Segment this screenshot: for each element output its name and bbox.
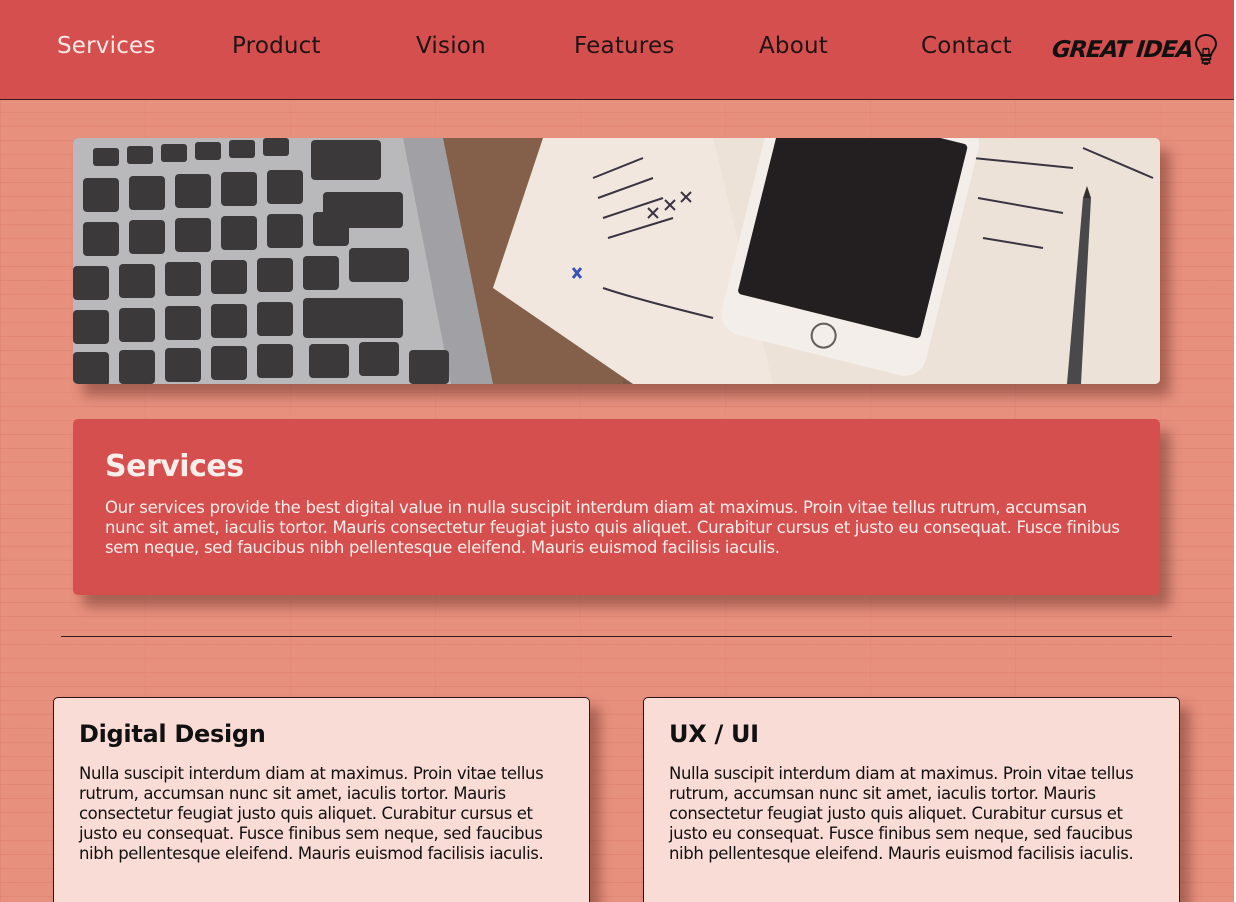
card-text: Nulla suscipit interdum diam at maximus.… xyxy=(79,764,544,863)
card-title: Digital Design xyxy=(79,720,266,748)
nav-item-about[interactable]: About xyxy=(759,33,828,59)
nav-item-services[interactable]: Services xyxy=(57,33,156,59)
services-section: Services Our services provide the best d… xyxy=(73,419,1160,595)
card-ux-ui: UX / UI Nulla suscipit interdum diam at … xyxy=(643,697,1180,902)
logo-text: GREAT IDEA xyxy=(1050,37,1195,63)
card-digital-design: Digital Design Nulla suscipit interdum d… xyxy=(53,697,590,902)
hero-banner-image xyxy=(73,138,1160,384)
lightbulb-icon xyxy=(1194,33,1217,65)
site-logo[interactable]: GREAT IDEA xyxy=(1050,30,1219,70)
section-divider xyxy=(61,636,1172,637)
nav-item-vision[interactable]: Vision xyxy=(416,33,486,59)
nav-item-features[interactable]: Features xyxy=(574,33,675,59)
services-title: Services xyxy=(105,449,244,484)
site-header: Services Product Vision Features About C… xyxy=(0,0,1234,100)
nav-item-contact[interactable]: Contact xyxy=(921,33,1012,59)
services-description: Our services provide the best digital va… xyxy=(105,498,1120,557)
card-title: UX / UI xyxy=(669,720,759,748)
nav-item-product[interactable]: Product xyxy=(232,33,321,59)
card-text: Nulla suscipit interdum diam at maximus.… xyxy=(669,764,1134,863)
